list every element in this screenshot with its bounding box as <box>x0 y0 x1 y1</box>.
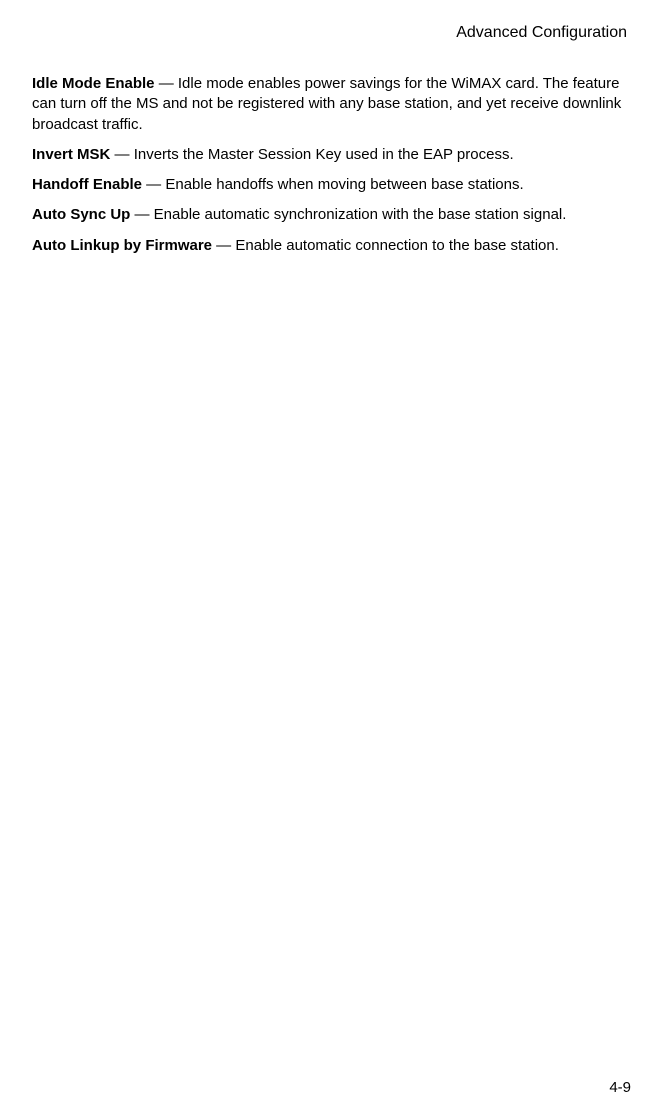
definition-term: Auto Linkup by Firmware <box>32 237 212 254</box>
page-number: 4-9 <box>609 1079 631 1096</box>
definition-entry: Handoff Enable — Enable handoffs when mo… <box>32 175 631 195</box>
definition-desc: — Enable automatic synchronization with … <box>130 206 566 223</box>
definition-entry: Auto Sync Up — Enable automatic synchron… <box>32 205 631 225</box>
definition-desc: — Enable automatic connection to the bas… <box>212 237 559 254</box>
definition-entry: Invert MSK — Inverts the Master Session … <box>32 145 631 165</box>
definition-entry: Auto Linkup by Firmware — Enable automat… <box>32 236 631 256</box>
page-content: Idle Mode Enable — Idle mode enables pow… <box>32 74 631 256</box>
definition-term: Handoff Enable <box>32 176 142 193</box>
header-title: Advanced Configuration <box>456 24 627 41</box>
definition-entry: Idle Mode Enable — Idle mode enables pow… <box>32 74 631 135</box>
definition-term: Auto Sync Up <box>32 206 130 223</box>
definition-desc: — Inverts the Master Session Key used in… <box>110 146 513 163</box>
definition-term: Invert MSK <box>32 146 110 163</box>
definition-term: Idle Mode Enable <box>32 75 155 92</box>
definition-desc: — Enable handoffs when moving between ba… <box>142 176 524 193</box>
page-header: Advanced Configuration <box>32 24 631 42</box>
